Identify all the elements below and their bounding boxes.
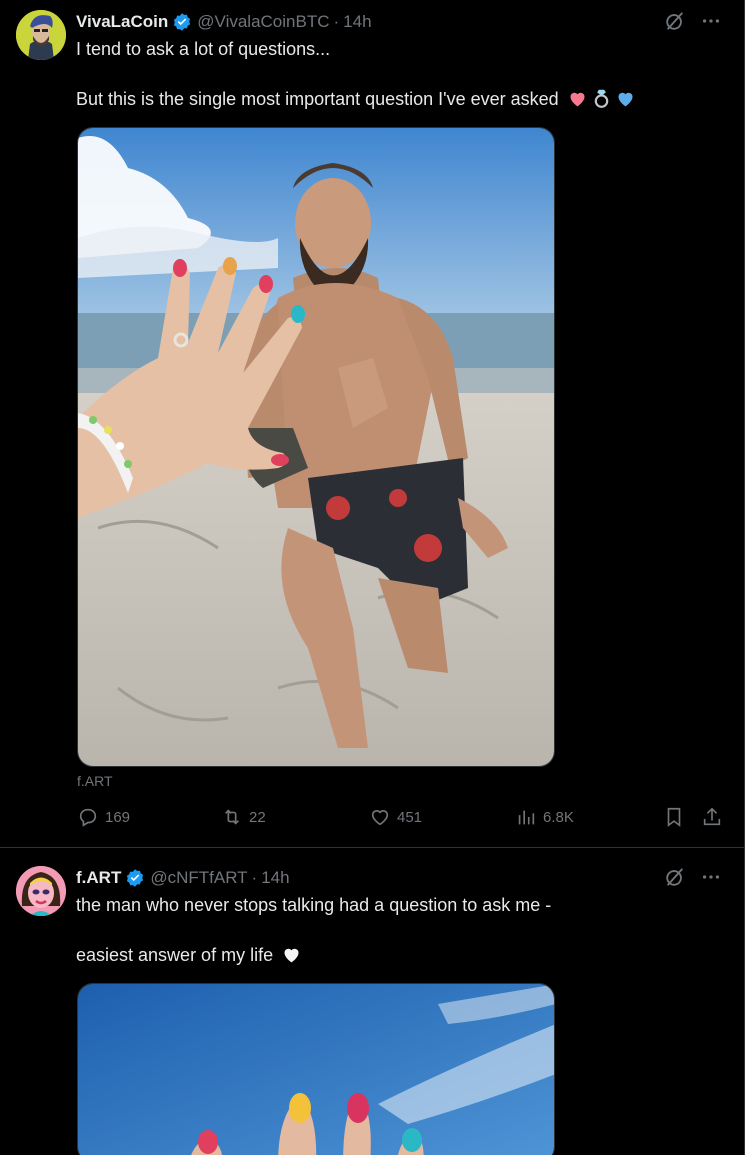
like-count: 451 bbox=[397, 808, 423, 826]
grok-icon[interactable] bbox=[664, 866, 686, 888]
timestamp[interactable]: 14h bbox=[343, 12, 371, 32]
avatar-image bbox=[16, 10, 66, 60]
timeline-feed: VivaLaCoin @VivalaCoinBTC · 14h I tend t… bbox=[0, 0, 745, 1155]
more-options-icon[interactable] bbox=[700, 866, 722, 888]
author-handle[interactable]: @cNFTfART bbox=[150, 868, 247, 888]
separator-dot: · bbox=[333, 12, 340, 31]
tweet-divider bbox=[0, 847, 745, 848]
ring-icon bbox=[591, 88, 612, 109]
bookmark-icon bbox=[667, 807, 681, 827]
more-options-icon[interactable] bbox=[700, 10, 722, 32]
blue-heart-icon bbox=[615, 88, 636, 109]
repost-button[interactable]: 22 bbox=[221, 806, 266, 828]
tweet-text-line: I tend to ask a lot of questions... bbox=[76, 39, 331, 59]
reply-count: 169 bbox=[105, 808, 131, 826]
reply-button[interactable]: 169 bbox=[77, 806, 130, 828]
view-count: 6.8K bbox=[543, 808, 574, 826]
author-handle[interactable]: @VivalaCoinBTC bbox=[197, 12, 329, 32]
repost-icon bbox=[224, 809, 240, 825]
verified-badge-icon bbox=[125, 868, 145, 888]
avatar[interactable] bbox=[16, 10, 66, 60]
timestamp[interactable]: 14h bbox=[261, 868, 289, 888]
like-button[interactable]: 451 bbox=[369, 806, 422, 828]
separator-dot: · bbox=[251, 868, 258, 887]
author-name[interactable]: f.ART bbox=[76, 868, 121, 888]
views-chart-icon bbox=[518, 810, 535, 825]
media-source-label[interactable]: f.ART bbox=[77, 773, 113, 789]
tweet-header: VivaLaCoin @VivalaCoinBTC · 14h bbox=[76, 10, 372, 34]
tweet-top-actions bbox=[664, 866, 722, 888]
pink-heart-icon bbox=[567, 88, 588, 109]
verified-badge-icon bbox=[172, 12, 192, 32]
tweet-text: easiest answer of my life bbox=[76, 945, 274, 965]
tweet[interactable]: VivaLaCoin @VivalaCoinBTC · 14h I tend t… bbox=[0, 0, 744, 848]
heart-icon bbox=[371, 810, 389, 826]
bookmark-button[interactable] bbox=[663, 806, 685, 828]
tweet-text: But this is the single most important qu… bbox=[76, 89, 559, 109]
tweet-header: f.ART @cNFTfART · 14h bbox=[76, 866, 290, 890]
painted-nails-photo bbox=[78, 984, 554, 1155]
tweet-top-actions bbox=[664, 10, 722, 32]
white-heart-icon bbox=[281, 944, 302, 965]
tweet[interactable]: f.ART @cNFTfART · 14h the man who never … bbox=[0, 849, 744, 1155]
tweet-photo[interactable] bbox=[77, 127, 555, 767]
tweet-text-line: easiest answer of my life bbox=[76, 943, 302, 967]
author-name[interactable]: VivaLaCoin bbox=[76, 12, 168, 32]
grok-icon[interactable] bbox=[664, 10, 686, 32]
share-icon bbox=[703, 807, 721, 826]
share-button[interactable] bbox=[701, 806, 723, 828]
avatar-image bbox=[16, 866, 66, 916]
tweet-text-line: But this is the single most important qu… bbox=[76, 87, 636, 111]
repost-count: 22 bbox=[249, 808, 266, 826]
beach-proposal-photo bbox=[78, 128, 554, 766]
tweet-photo[interactable] bbox=[77, 983, 555, 1155]
reply-icon bbox=[79, 808, 97, 827]
views-button[interactable]: 6.8K bbox=[515, 806, 574, 828]
avatar[interactable] bbox=[16, 866, 66, 916]
tweet-text-line: the man who never stops talking had a qu… bbox=[76, 895, 552, 915]
tweet-actions-bar: 169 22 451 6.8K bbox=[77, 806, 727, 834]
